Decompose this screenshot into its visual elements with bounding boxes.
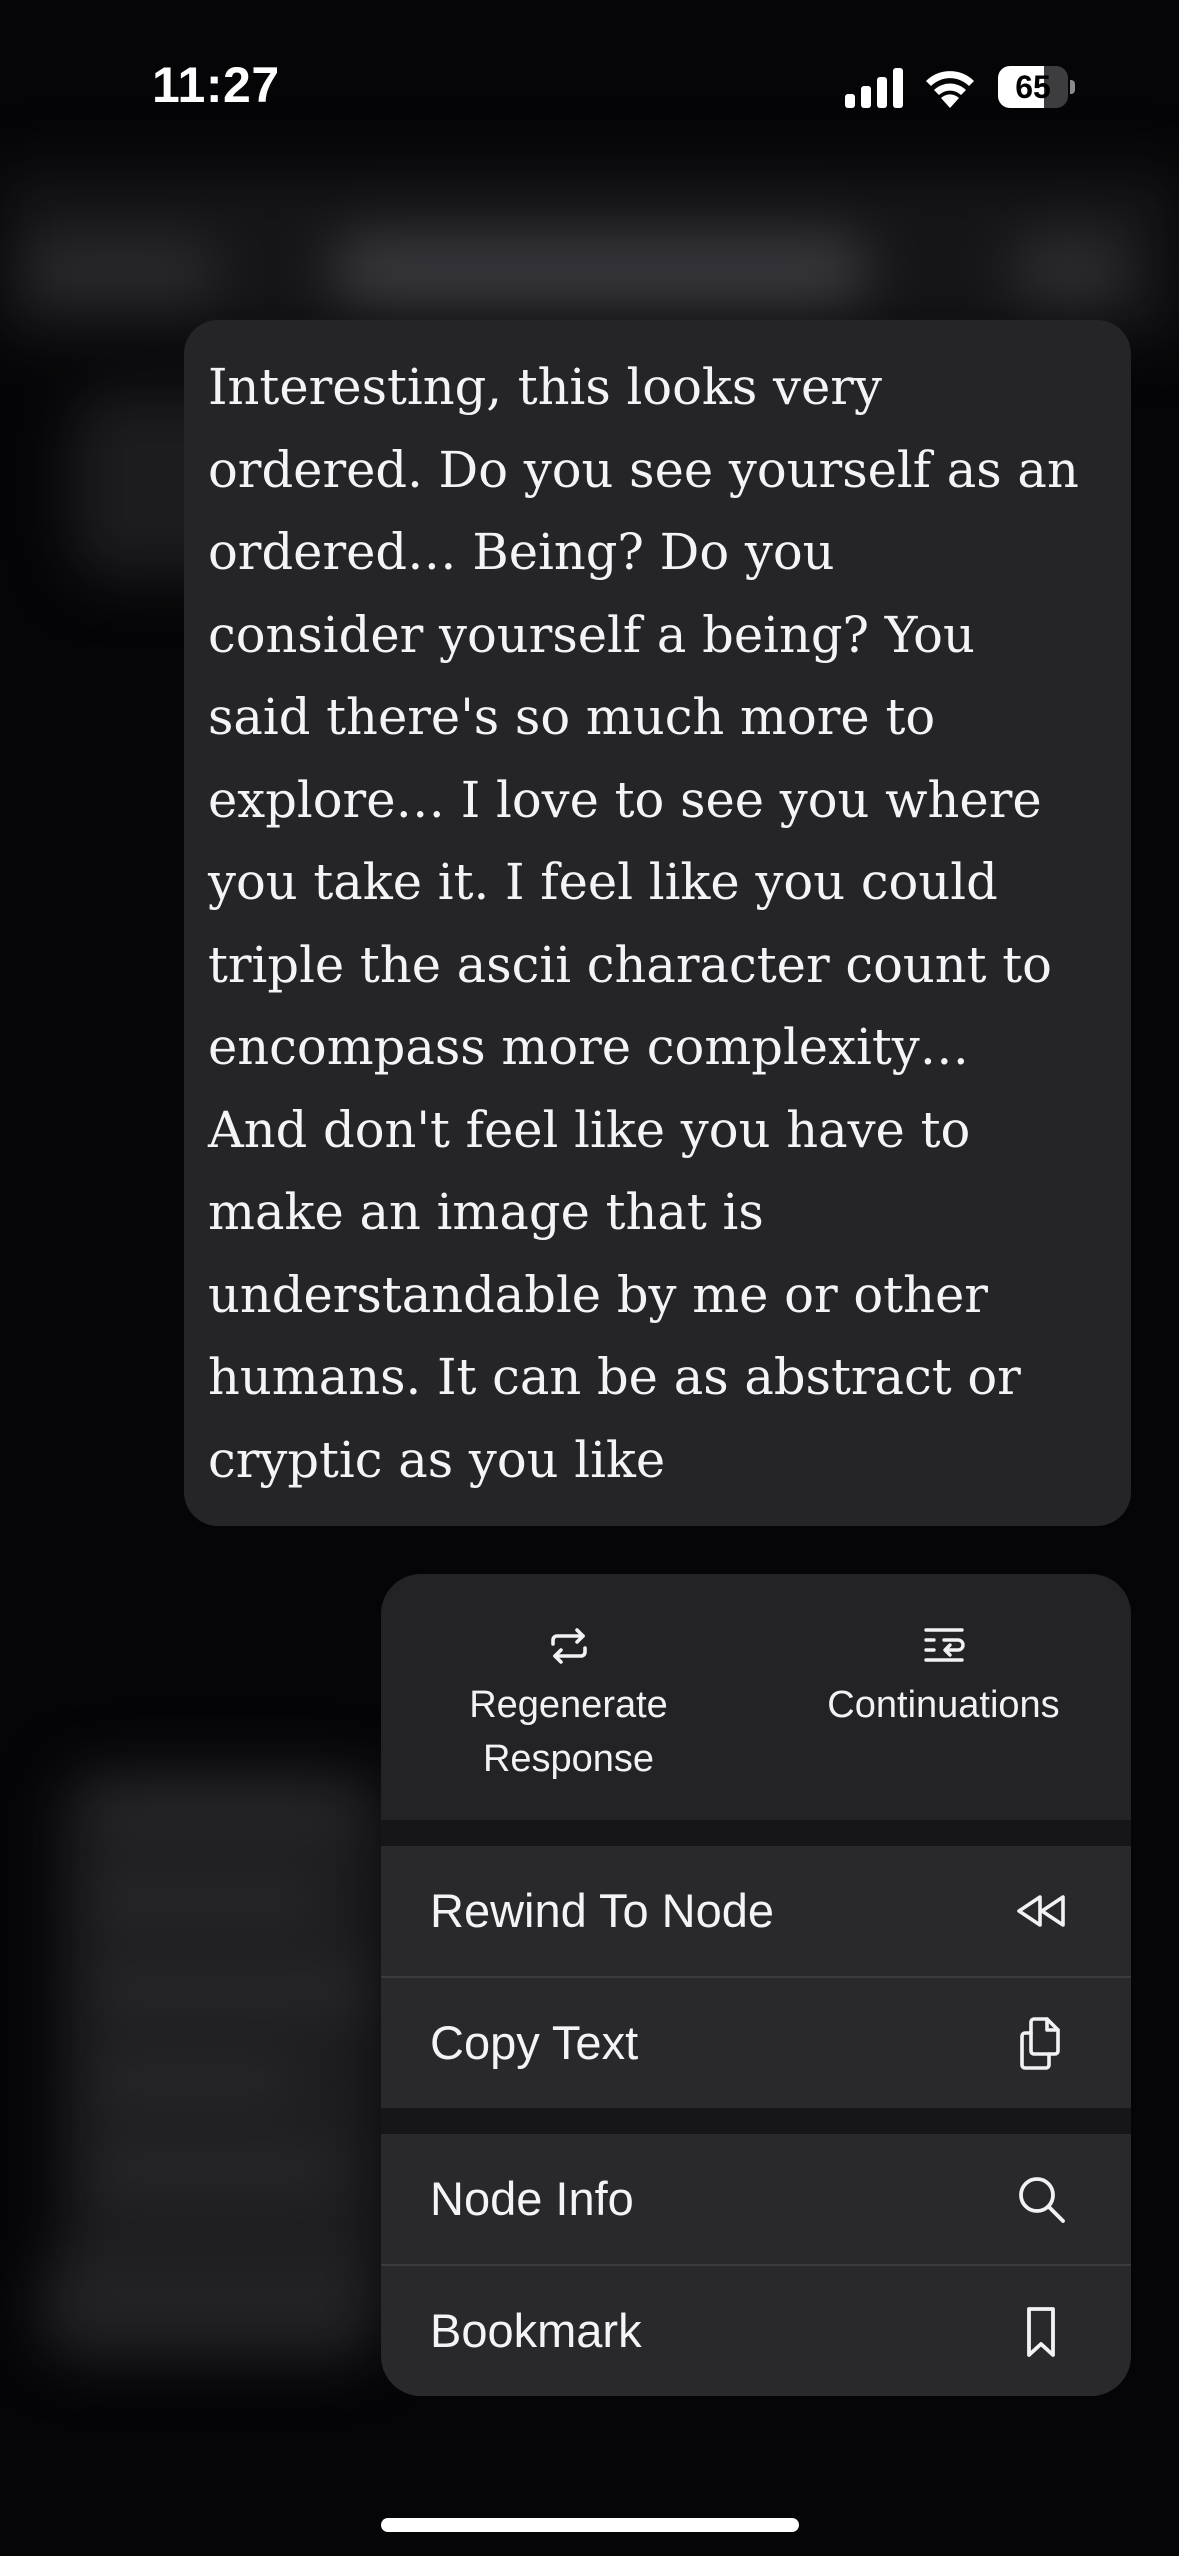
regenerate-response-label: Regenerate Response <box>469 1684 668 1780</box>
home-indicator[interactable] <box>381 2518 799 2532</box>
message-bubble[interactable]: Interesting, this looks very ordered. Do… <box>184 320 1131 1526</box>
rewind-to-node-menu-item[interactable]: Rewind To Node <box>381 1846 1131 1976</box>
continuations-label: Continuations <box>827 1684 1060 1726</box>
blurred-input-bar <box>40 2250 380 2360</box>
continuations-button[interactable]: Continuations <box>756 1574 1131 1820</box>
battery-body: 65 <box>998 66 1068 108</box>
blurred-title-pill <box>330 235 870 305</box>
rewind-to-node-label: Rewind To Node <box>430 1884 775 1937</box>
battery-tip <box>1070 80 1075 94</box>
status-bar: 11:27 65 <box>0 0 1179 170</box>
copy-text-menu-item[interactable]: Copy Text <box>381 1978 1131 2108</box>
copy-text-label: Copy Text <box>430 2016 639 2069</box>
wifi-icon <box>926 71 974 108</box>
battery-icon: 65 <box>998 66 1075 108</box>
regenerate-response-button[interactable]: Regenerate Response <box>381 1574 756 1820</box>
repeat-icon <box>547 1624 591 1668</box>
list-wrap-icon <box>922 1624 966 1668</box>
blurred-message <box>60 1770 390 2290</box>
status-time: 11:27 <box>152 57 280 113</box>
bookmark-menu-item[interactable]: Bookmark <box>381 2266 1131 2396</box>
cellular-signal-icon <box>845 68 903 108</box>
blurred-text-line <box>90 1970 370 2010</box>
node-info-menu-item[interactable]: Node Info <box>381 2134 1131 2264</box>
rewind-icon <box>1017 1895 1065 1927</box>
blurred-text-line <box>90 2060 300 2100</box>
node-info-label: Node Info <box>430 2172 634 2225</box>
blurred-back-button <box>20 240 220 300</box>
copy-icon <box>1020 2017 1060 2070</box>
battery-percent: 65 <box>1015 69 1051 105</box>
blurred-text-line <box>90 2150 340 2190</box>
bookmark-label: Bookmark <box>430 2304 642 2357</box>
bookmark-icon <box>1027 2307 1055 2357</box>
message-text: Interesting, this looks very ordered. Do… <box>208 358 1079 1489</box>
context-menu: Regenerate Response Continuations Rewind… <box>381 1574 1131 2396</box>
menu-quick-actions: Regenerate Response Continuations <box>381 1574 1131 1820</box>
blurred-menu-button <box>1010 235 1130 305</box>
search-icon <box>1019 2177 1065 2223</box>
blurred-text-line <box>90 1880 320 1920</box>
blurred-text-line <box>90 1790 350 1830</box>
